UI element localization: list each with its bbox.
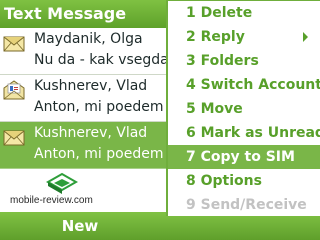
menu-item-send-receive: 9 Send/Receive [168,193,320,217]
menu-item-copy-to-sim[interactable]: 7 Copy to SIM [168,145,320,169]
menu-item-options[interactable]: 8 Options [168,169,320,193]
new-softkey[interactable]: New [0,212,160,240]
message-sender: Kushnerev, Vlad [34,78,148,94]
context-menu: 1 Delete 2 Reply 3 Folders 4 Switch Acco… [166,0,320,216]
watermark-logo-icon [45,172,79,194]
message-preview: Nu da - kak vsegda:) [34,52,179,68]
menu-item-switch-accounts[interactable]: 4 Switch Accounts [168,73,320,97]
menu-item-label: 1 Delete [186,5,253,21]
envelope-icon [3,130,25,146]
menu-item-label: 9 Send/Receive [186,197,307,213]
message-sender: Maydanik, Olga [34,31,143,47]
message-preview: Anton, mi poedem na [34,99,186,115]
message-preview: Anton, mi poedem na [34,146,186,162]
menu-item-label: 4 Switch Accounts [186,77,320,93]
menu-item-mark-as-unread[interactable]: 6 Mark as Unread [168,121,320,145]
menu-item-label: 8 Options [186,173,262,189]
message-sender: Kushnerev, Vlad [34,125,148,141]
watermark-text: mobile-review.com [10,195,93,206]
menu-item-label: 5 Move [186,101,243,117]
menu-item-label: 3 Folders [186,53,259,69]
menu-item-delete[interactable]: 1 Delete [168,1,320,25]
menu-item-move[interactable]: 5 Move [168,97,320,121]
menu-item-label: 2 Reply [186,29,245,45]
read-message-icon [3,80,25,100]
submenu-arrow-icon [303,32,308,42]
menu-item-folders[interactable]: 3 Folders [168,49,320,73]
watermark: mobile-review.com [6,172,126,210]
menu-item-reply[interactable]: 2 Reply [168,25,320,49]
app-title: Text Message [4,4,127,23]
menu-item-label: 7 Copy to SIM [186,149,295,165]
menu-item-label: 6 Mark as Unread [186,125,320,141]
envelope-icon [3,36,25,52]
